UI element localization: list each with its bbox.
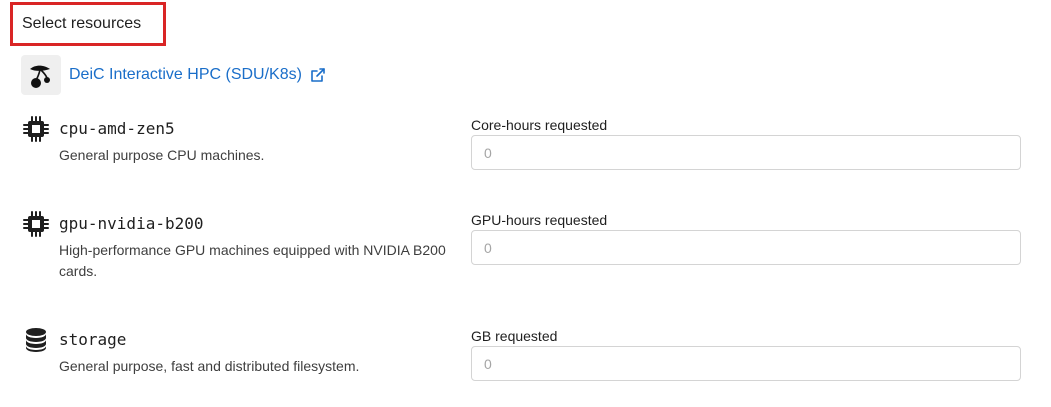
resource-name: cpu-amd-zen5 [59,119,175,138]
section-title: Select resources [10,2,166,46]
resource-name: gpu-nvidia-b200 [59,214,204,233]
gpu-hours-label: GPU-hours requested [471,212,608,228]
gpu-chip-icon [23,211,49,237]
resource-name: storage [59,330,127,349]
resource-description: High-performance GPU machines equipped w… [59,242,446,279]
cherry-logo-icon [21,55,61,95]
provider-header: DeiC Interactive HPC (SDU/K8s) [21,55,326,95]
cpu-chip-icon [23,116,49,142]
resource-description: General purpose, fast and distributed fi… [59,358,360,374]
provider-name: DeiC Interactive HPC (SDU/K8s) [69,66,302,83]
external-link-icon[interactable] [310,67,326,83]
resource-description: General purpose CPU machines. [59,147,265,163]
gb-requested-label: GB requested [471,328,558,344]
gb-requested-input[interactable] [471,346,1021,381]
gpu-hours-input[interactable] [471,230,1021,265]
provider-link[interactable]: DeiC Interactive HPC (SDU/K8s) [69,66,326,84]
resource-selection-panel: Select resources DeiC Interactive HPC (S… [0,0,1051,407]
core-hours-label: Core-hours requested [471,117,608,133]
core-hours-input[interactable] [471,135,1021,170]
database-icon [23,327,49,353]
